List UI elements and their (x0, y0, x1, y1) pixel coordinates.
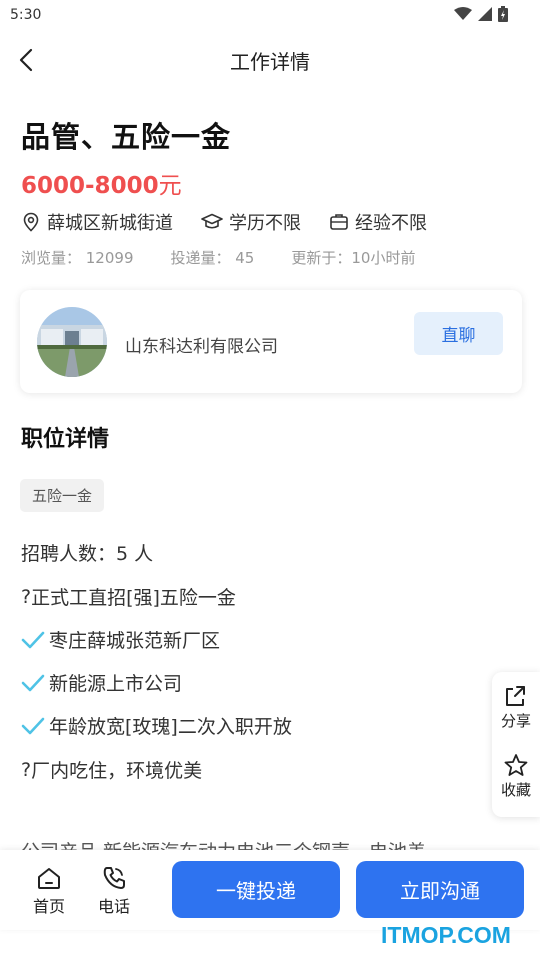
experience-tag: 经验不限 (329, 209, 427, 235)
status-bar: 5:30 (0, 0, 540, 32)
salary-range: 6000-8000 (21, 173, 159, 199)
detail-line: ? 正式工直招[强]五险一金 (21, 583, 501, 610)
experience-text: 经验不限 (355, 213, 427, 234)
home-button[interactable]: 首页 (24, 866, 74, 917)
company-card[interactable]: 山东科达利有限公司 直聊 (20, 290, 522, 393)
share-icon (506, 686, 525, 706)
status-icons (454, 6, 508, 22)
signal-icon (478, 7, 492, 21)
job-tags: 薛城区新城街道 学历不限 经验不限 (21, 209, 455, 235)
battery-icon (498, 6, 508, 22)
detail-prefix: ? (21, 585, 32, 608)
recruit-count: 招聘人数：5 人 (21, 543, 154, 565)
job-details-title: 职位详情 (21, 427, 110, 452)
check-icon (21, 674, 45, 691)
check-icon (21, 717, 45, 734)
job-stats: 浏览量： 12099 投递量： 45 更新于：10小时前 (21, 247, 452, 268)
education-tag: 学历不限 (201, 209, 301, 235)
detail-text: 正式工直招[强]五险一金 (31, 587, 236, 609)
benefit-chip: 五险一金 (20, 479, 105, 512)
share-label: 分享 (500, 712, 531, 730)
status-time: 5:30 (10, 7, 42, 23)
page-title: 工作详情 (230, 50, 310, 74)
bottom-action-bar: 首页 电话 一键投递 立即沟通 (0, 850, 540, 930)
location-tag: 薛城区新城街道 (21, 209, 173, 235)
updated-stat: 更新于：10小时前 (291, 249, 416, 267)
education-text: 学历不限 (229, 213, 301, 234)
location-pin-icon (23, 212, 39, 232)
job-title: 品管、五险一金 (21, 120, 232, 154)
graduation-cap-icon (201, 213, 223, 229)
share-button[interactable]: 分享 (492, 684, 540, 731)
job-salary: 6000-8000元 (21, 166, 182, 200)
detail-text: 新能源上市公司 (49, 673, 183, 695)
phone-button[interactable]: 电话 (89, 866, 139, 917)
location-text: 薛城区新城街道 (47, 213, 173, 234)
check-icon (21, 631, 45, 648)
floating-action-panel: 分享 收藏 (492, 672, 540, 817)
wifi-icon (454, 7, 472, 20)
phone-icon (103, 867, 125, 889)
contact-now-button[interactable]: 立即沟通 (356, 861, 524, 918)
star-icon (504, 754, 528, 776)
company-avatar (37, 307, 107, 377)
favorite-label: 收藏 (500, 781, 531, 799)
home-label: 首页 (32, 897, 65, 916)
company-name[interactable]: 山东科达利有限公司 (125, 332, 278, 357)
direct-chat-button[interactable]: 直聊 (414, 312, 503, 355)
detail-prefix: ? (21, 758, 32, 781)
phone-label: 电话 (97, 897, 130, 916)
favorite-button[interactable]: 收藏 (492, 753, 540, 800)
detail-line: 枣庄薛城张范新厂区 (21, 626, 501, 653)
one-click-apply-button[interactable]: 一键投递 (172, 861, 340, 918)
detail-text: 枣庄薛城张范新厂区 (49, 630, 221, 652)
nav-bar: 工作详情 (0, 32, 540, 88)
detail-line: 新能源上市公司 (21, 669, 501, 696)
watermark-logo: ITMOP.COM (381, 922, 511, 948)
briefcase-icon (330, 214, 348, 230)
views-stat: 浏览量： 12099 (21, 249, 134, 267)
detail-line: 年龄放宽[玫瑰]二次入职开放 (21, 712, 501, 739)
detail-text: 年龄放宽[玫瑰]二次入职开放 (49, 716, 292, 738)
detail-text: 厂内吃住，环境优美 (31, 760, 203, 782)
home-icon (38, 868, 60, 889)
detail-line: ? 厂内吃住，环境优美 (21, 756, 501, 783)
salary-unit: 元 (158, 173, 182, 199)
applications-stat: 投递量： 45 (170, 249, 255, 267)
